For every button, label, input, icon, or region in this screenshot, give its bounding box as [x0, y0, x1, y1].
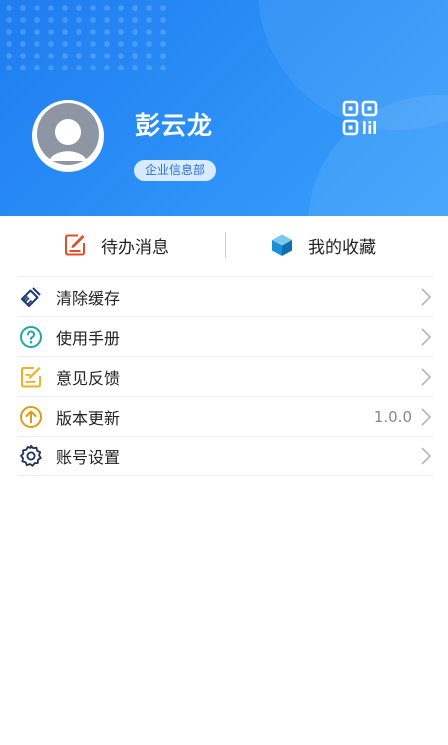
- feedback-edit-icon: [21, 366, 41, 387]
- todo-edit-icon: [65, 234, 85, 256]
- user-avatar-icon[interactable]: [32, 100, 104, 172]
- menu-item-label: 使用手册: [56, 328, 121, 348]
- todo-messages-button[interactable]: 待办消息: [63, 216, 169, 274]
- menu-item-account-settings[interactable]: 账号设置: [18, 436, 434, 476]
- decorative-circle: [308, 95, 448, 216]
- chevron-right-icon: [421, 447, 432, 465]
- menu-item-label: 意见反馈: [56, 368, 121, 388]
- settings-menu: 清除缓存 使用手册 意见反馈 版本更新 1.0.0 账号设置: [18, 276, 434, 476]
- qr-code-icon[interactable]: [342, 100, 378, 136]
- department-badge: 企业信息部: [134, 160, 217, 181]
- cube-box-icon: [272, 234, 292, 256]
- app-version-value: 1.0.0: [373, 407, 412, 426]
- question-circle-icon: [20, 325, 42, 348]
- chevron-right-icon: [421, 327, 432, 346]
- chevron-right-icon: [421, 407, 432, 426]
- menu-item-label: 账号设置: [56, 448, 121, 467]
- chevron-right-icon: [421, 367, 432, 386]
- menu-item-label: 清除缓存: [56, 288, 121, 308]
- menu-item-user-manual[interactable]: 使用手册: [18, 316, 434, 356]
- gear-icon: [20, 444, 42, 467]
- profile-header: 彭云龙 企业信息部: [0, 0, 448, 216]
- chevron-right-icon: [421, 287, 432, 306]
- decorative-dot-pattern: [0, 0, 170, 70]
- quick-actions-row: 待办消息 我的收藏: [0, 216, 448, 274]
- upload-circle-icon: [20, 405, 42, 428]
- menu-item-version-update[interactable]: 版本更新 1.0.0: [18, 396, 434, 436]
- menu-item-clear-cache[interactable]: 清除缓存: [18, 276, 434, 316]
- broom-icon: [21, 286, 41, 307]
- my-favorites-label: 我的收藏: [308, 237, 376, 258]
- user-name: 彭云龙: [135, 111, 214, 140]
- menu-item-label: 版本更新: [56, 408, 121, 428]
- my-favorites-button[interactable]: 我的收藏: [270, 216, 376, 274]
- quick-actions-divider: [225, 232, 226, 258]
- menu-item-feedback[interactable]: 意见反馈: [18, 356, 434, 396]
- todo-messages-label: 待办消息: [101, 237, 169, 258]
